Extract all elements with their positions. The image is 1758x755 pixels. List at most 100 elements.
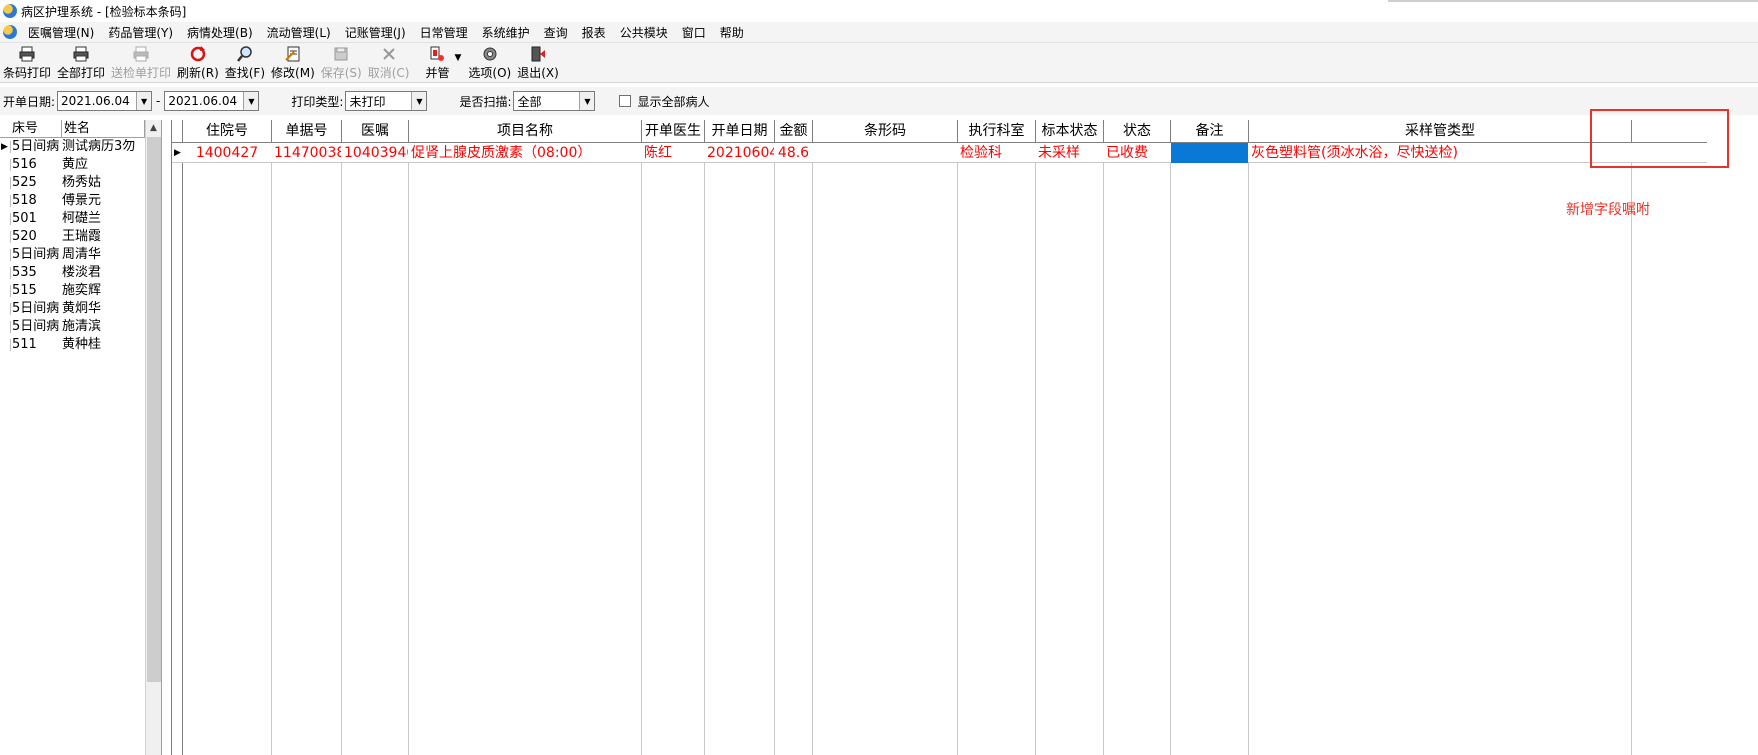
menu-app-icon[interactable] [3, 25, 17, 39]
patient-row[interactable]: 518 傅景元 [0, 192, 161, 210]
column-header-order-date[interactable]: 开单日期 [705, 120, 775, 143]
patient-row[interactable]: ▶ 5日间病 测试病历3勿 [0, 138, 161, 156]
grid-line [704, 163, 705, 755]
cancel-button[interactable]: 取消(C) [365, 45, 413, 81]
menu-window[interactable]: 窗口 [675, 24, 713, 41]
barcode-print-button[interactable]: 条码打印 [0, 45, 54, 81]
cell-sample-status[interactable]: 未采样 [1036, 143, 1103, 163]
print-all-button[interactable]: 全部打印 [54, 45, 108, 81]
exit-button[interactable]: 退出(X) [514, 45, 562, 81]
column-header-remark[interactable]: 备注 [1171, 120, 1249, 143]
patient-row[interactable]: 5日间病 施清滨 [0, 318, 161, 336]
column-header-document-no[interactable]: 单据号 [272, 120, 342, 143]
show-all-checkbox[interactable] [619, 95, 632, 107]
patient-bed: 5日间病 [0, 138, 62, 156]
column-header-executing-dept[interactable]: 执行科室 [958, 120, 1036, 143]
scrollbar-thumb[interactable] [147, 137, 161, 682]
date-from-picker[interactable]: 2021.06.04 ▼ [57, 91, 153, 111]
column-header-item-name[interactable]: 项目名称 [409, 120, 642, 143]
grid-line [1631, 163, 1632, 755]
column-header-status[interactable]: 状态 [1104, 120, 1171, 143]
table-row[interactable]: ▶1400427114700386104039404促肾上腺皮质激素（08:00… [172, 143, 1707, 163]
refresh-button[interactable]: 刷新(R) [174, 45, 222, 81]
patient-row[interactable]: 516 黄应 [0, 156, 161, 174]
show-all-label: 显示全部病人 [637, 94, 710, 109]
menu-drugs[interactable]: 药品管理(Y) [101, 24, 180, 41]
patient-name: 楼淡君 [62, 265, 102, 280]
menu-condition[interactable]: 病情处理(B) [180, 24, 260, 41]
patient-list-scrollbar[interactable]: ▲ [145, 120, 161, 755]
cell-admission-no[interactable]: 1400427 [183, 143, 271, 163]
cell-order-date[interactable]: 20210604 [705, 143, 774, 163]
patient-row[interactable]: 535 楼淡君 [0, 264, 161, 282]
highlight-box [1590, 109, 1729, 168]
tube-merge-icon [430, 46, 445, 61]
save-button[interactable]: 保存(S) [318, 45, 365, 81]
patient-bed: 520 [0, 228, 62, 246]
column-header-amount[interactable]: 金额 [775, 120, 813, 143]
scan-select[interactable]: 全部 ▼ [513, 91, 596, 111]
column-header-admission-no[interactable]: 住院号 [183, 120, 272, 143]
patient-rows: ▶ 5日间病 测试病历3勿 516 黄应 525 杨秀姑 518 傅景元 501 柯礎兰 520 王瑞霞… [0, 138, 161, 354]
options-button[interactable]: 选项(O) [465, 45, 514, 81]
column-header-order-no[interactable]: 医嘱 [342, 120, 409, 143]
menu-public[interactable]: 公共模块 [613, 24, 675, 41]
patient-row[interactable]: 5日间病 黄炯华 [0, 300, 161, 318]
annotation-note: 新增字段嘱咐 [1566, 202, 1650, 218]
toolbar: 条码打印 全部打印 送检单打印 刷新(R) 查找(F) 修改(M) 保存(S) … [0, 43, 1758, 83]
column-header-tube-type[interactable]: 采样管类型 [1249, 120, 1632, 143]
send-print-button[interactable]: 送检单打印 [108, 45, 174, 81]
patient-row[interactable]: 515 施奕辉 [0, 282, 161, 300]
menu-query[interactable]: 查询 [537, 24, 575, 41]
bed-column-header[interactable]: 床号 [0, 120, 62, 137]
column-header-sample-status[interactable]: 标本状态 [1036, 120, 1104, 143]
name-column-header[interactable]: 姓名 [62, 120, 145, 137]
grid-line [271, 163, 272, 755]
menu-flow[interactable]: 流动管理(L) [260, 24, 338, 41]
menu-help[interactable]: 帮助 [713, 24, 751, 41]
chevron-down-icon[interactable]: ▼ [136, 92, 152, 110]
title-bar: 病区护理系统 - [检验标本条码] [0, 0, 1390, 22]
cell-document-no[interactable]: 114700386 [272, 143, 341, 163]
printer-icon [19, 46, 35, 62]
patient-row[interactable]: 5日间病 周清华 [0, 246, 161, 264]
date-to-picker[interactable]: 2021.06.04 ▼ [164, 91, 260, 111]
modify-button[interactable]: 修改(M) [268, 45, 318, 81]
column-header-ordering-doctor[interactable]: 开单医生 [642, 120, 705, 143]
cell-barcode[interactable] [813, 143, 957, 163]
find-button[interactable]: 查找(F) [222, 45, 268, 81]
cell-amount[interactable]: 48.6 [775, 143, 812, 163]
merge-tube-button[interactable]: 并管 [422, 45, 452, 81]
menu-reports[interactable]: 报表 [575, 24, 613, 41]
cell-remark[interactable] [1171, 143, 1248, 163]
column-header-barcode[interactable]: 条形码 [813, 120, 958, 143]
patient-row[interactable]: 501 柯礎兰 [0, 210, 161, 228]
menu-system[interactable]: 系统维护 [475, 24, 537, 41]
cell-ordering-doctor[interactable]: 陈红 [642, 143, 704, 163]
menu-billing[interactable]: 记账管理(J) [338, 24, 413, 41]
cell-executing-dept[interactable]: 检验科 [958, 143, 1035, 163]
grid-line [341, 163, 342, 755]
grid-line [812, 163, 813, 755]
patient-name: 王瑞霞 [62, 229, 102, 244]
patient-row[interactable]: 525 杨秀姑 [0, 174, 161, 192]
chevron-down-icon[interactable]: ▼ [411, 92, 427, 110]
patient-row[interactable]: 511 黄种桂 [0, 336, 161, 354]
menu-orders[interactable]: 医嘱管理(N) [21, 24, 101, 41]
patient-bed: 535 [0, 264, 62, 282]
date-label: 开单日期: [3, 94, 56, 109]
cell-status[interactable]: 已收费 [1104, 143, 1170, 163]
merge-tube-dropdown-icon[interactable]: ▼ [451, 53, 466, 63]
print-type-label: 打印类型: [291, 94, 344, 109]
cell-item-name[interactable]: 促肾上腺皮质激素（08:00） [409, 143, 641, 163]
cell-order-no[interactable]: 104039404 [342, 143, 408, 163]
chevron-down-icon[interactable]: ▼ [579, 92, 595, 110]
patient-row[interactable]: 520 王瑞霞 [0, 228, 161, 246]
print-type-select[interactable]: 未打印 ▼ [345, 91, 428, 111]
menu-daily[interactable]: 日常管理 [413, 24, 475, 41]
row-indicator-header [172, 120, 183, 143]
patient-list: 床号 姓名 ▶ 5日间病 测试病历3勿 516 黄应 525 杨秀姑 518 傅景元 501 柯礎兰… [0, 120, 162, 755]
chevron-down-icon[interactable]: ▼ [243, 92, 259, 110]
cell-tube-type[interactable]: 灰色塑料管(须冰水浴，尽快送检) [1249, 143, 1631, 163]
scroll-up-icon[interactable]: ▲ [146, 120, 161, 136]
